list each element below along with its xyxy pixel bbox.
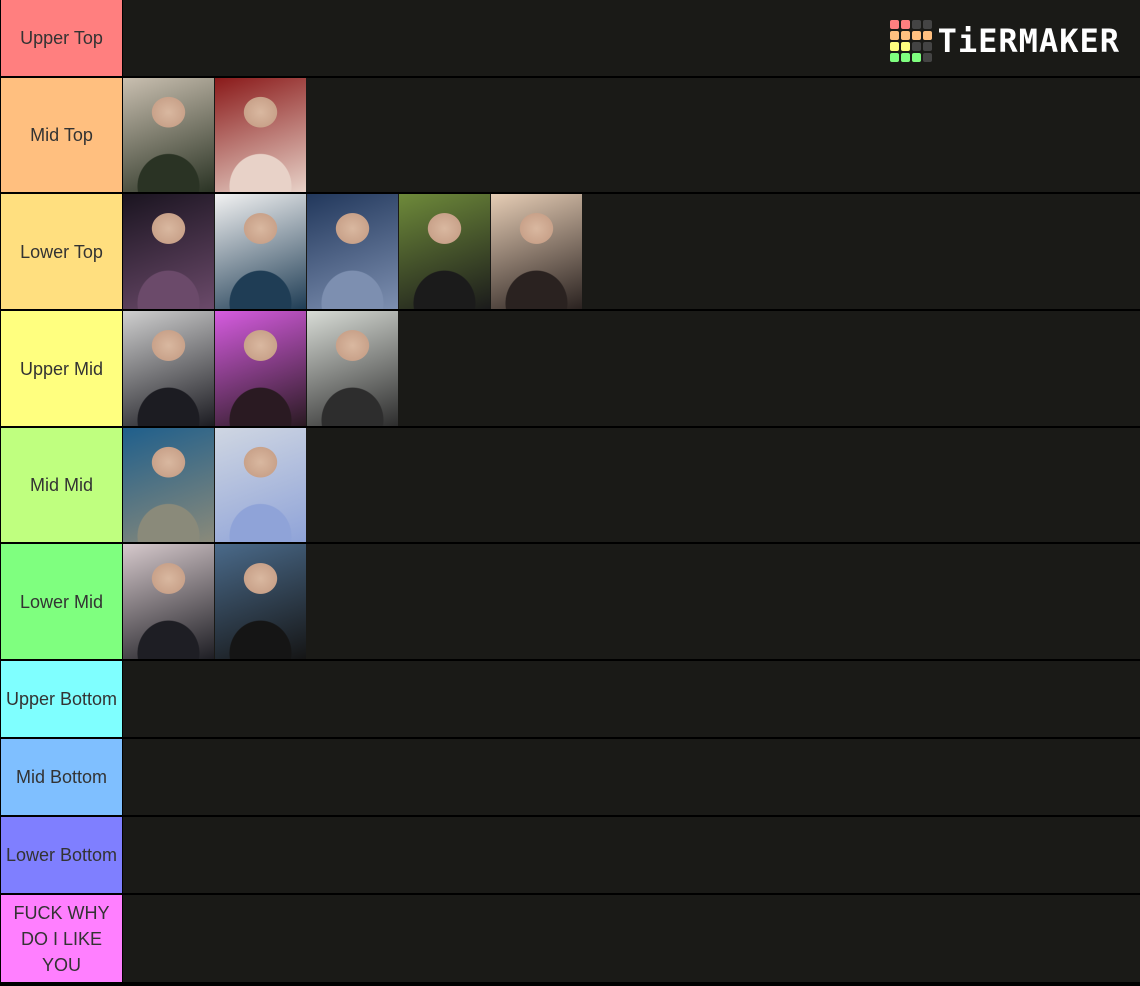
logo-grid-cell [889,20,899,29]
tier-items-dropzone[interactable] [123,661,1140,737]
logo-grid-cell [911,31,921,40]
tier-row: Lower Mid [0,544,1140,661]
tier-row: Mid Mid [0,428,1140,544]
tier-item-woman-black-dress[interactable] [307,194,398,309]
tiermaker-grid-icon [889,20,932,62]
tier-item-man-hand-to-chin[interactable] [491,194,582,309]
portrait-image [215,78,306,192]
logo-grid-cell [922,53,932,62]
tier-items-dropzone[interactable] [123,194,1140,309]
tier-item-man-dark-jacket[interactable] [123,78,214,192]
logo-grid-cell [900,53,910,62]
portrait-image [215,194,306,309]
logo-grid-cell [900,31,910,40]
tier-label[interactable]: Upper Mid [0,311,123,426]
tier-row: Lower Bottom [0,817,1140,895]
portrait-image [491,194,582,309]
logo-grid-cell [900,42,910,51]
tier-row: FUCK WHY DO I LIKE YOU [0,895,1140,984]
tier-item-woman-red-background[interactable] [215,78,306,192]
logo-grid-cell [911,20,921,29]
tier-item-woman-school-uniform[interactable] [123,544,214,659]
tier-row: Mid Top [0,78,1140,194]
tier-label[interactable]: Lower Mid [0,544,123,659]
portrait-image [123,428,214,542]
tier-item-man-black-tshirt[interactable] [307,311,398,426]
tier-items-dropzone[interactable] [123,311,1140,426]
portrait-image [307,194,398,309]
tier-items-dropzone[interactable] [123,428,1140,542]
logo-grid-cell [911,42,921,51]
logo-grid-cell [889,53,899,62]
tier-item-man-pink-background[interactable] [215,311,306,426]
tier-item-man-football-jersey[interactable] [215,544,306,659]
tier-item-man-hand-to-mouth[interactable] [215,194,306,309]
tier-row: Upper Mid [0,311,1140,428]
tier-row: Mid Bottom [0,739,1140,817]
tier-items-dropzone[interactable] [123,817,1140,893]
logo-grid-cell [922,20,932,29]
tier-items-dropzone[interactable] [123,78,1140,192]
tier-item-man-striped-shirt[interactable] [215,428,306,542]
tier-items-dropzone[interactable] [123,895,1140,982]
logo-grid-cell [889,42,899,51]
tier-row: Lower Top [0,194,1140,311]
logo-grid-cell [922,42,932,51]
tier-label[interactable]: Mid Bottom [0,739,123,815]
portrait-image [123,544,214,659]
logo-grid-cell [911,53,921,62]
tier-label[interactable]: Lower Top [0,194,123,309]
tier-row: Upper Bottom [0,661,1140,739]
tier-items-dropzone[interactable] [123,544,1140,659]
portrait-image [215,311,306,426]
logo-grid-cell [900,20,910,29]
portrait-image [215,544,306,659]
tier-items-dropzone[interactable] [123,739,1140,815]
tier-label[interactable]: Upper Bottom [0,661,123,737]
portrait-image [123,194,214,309]
tier-label[interactable]: Upper Top [0,0,123,76]
tier-list-board: TiERMAKER Upper Top Mid Top Lower Top Upper… [0,0,1140,984]
tier-label[interactable]: Mid Mid [0,428,123,542]
portrait-image [123,311,214,426]
portrait-image [123,78,214,192]
logo-grid-cell [922,31,932,40]
tier-label[interactable]: Mid Top [0,78,123,192]
portrait-image [399,194,490,309]
tier-item-man-black-suit[interactable] [399,194,490,309]
tier-label[interactable]: Lower Bottom [0,817,123,893]
logo-grid-cell [889,31,899,40]
tier-item-woman-stage-ponytail[interactable] [123,194,214,309]
tier-label[interactable]: FUCK WHY DO I LIKE YOU [0,895,123,982]
tiermaker-logo: TiERMAKER [889,20,1120,62]
tier-item-woman-singing-microphone[interactable] [123,428,214,542]
tiermaker-logo-text: TiERMAKER [937,22,1120,60]
portrait-image [307,311,398,426]
portrait-image [215,428,306,542]
tier-item-man-red-collar[interactable] [123,311,214,426]
